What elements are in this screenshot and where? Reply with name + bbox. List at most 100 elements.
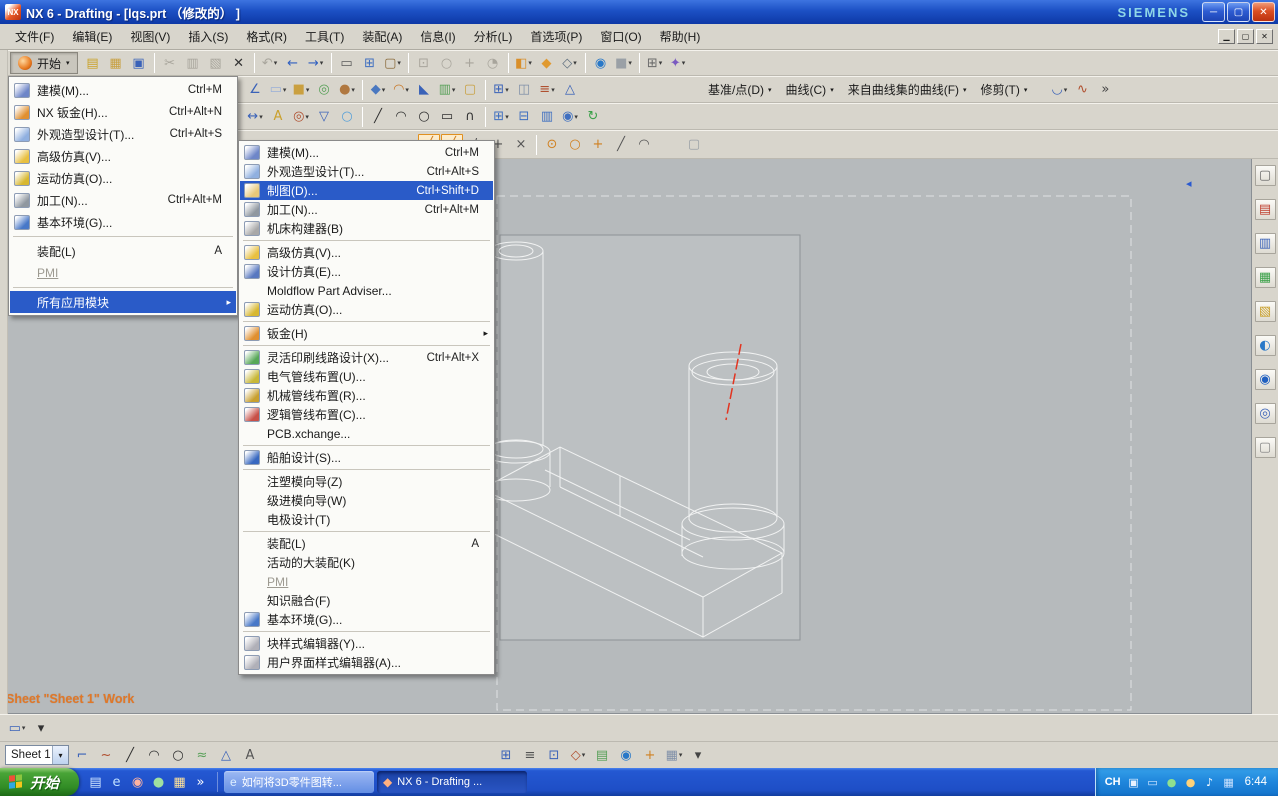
fillet-icon[interactable]: ∩ xyxy=(459,106,481,128)
menu-item-machine-tool-builder[interactable]: 机床构建器(B) xyxy=(240,219,493,238)
polygon-icon[interactable]: △ xyxy=(215,744,237,766)
menu-item-pcb-xchange[interactable]: PCB.xchange... xyxy=(240,424,493,443)
layer-icon[interactable]: ▤ xyxy=(591,744,613,766)
update-icon[interactable]: ● xyxy=(1183,773,1199,791)
trim-group-button[interactable]: 修剪(T) ▾ xyxy=(974,79,1035,101)
antivirus-icon[interactable]: ● xyxy=(1164,773,1180,791)
window-tile-icon[interactable]: ⊞ ▾ xyxy=(644,52,666,74)
back-icon[interactable]: ← xyxy=(282,52,304,74)
boss-icon[interactable]: ● ▾ xyxy=(336,79,358,101)
menu-item-knowledge-fusion[interactable]: 知识融合(F) xyxy=(240,591,493,610)
mdi-restore-button[interactable]: ▢ xyxy=(1237,29,1254,44)
shaded-icon[interactable]: ◆ xyxy=(536,52,558,74)
menu-bar-item[interactable]: 工具(T) xyxy=(296,24,353,49)
assembly-navigator-icon[interactable]: ▤ xyxy=(1254,199,1276,220)
menu-item-motion-simulation[interactable]: 运动仿真(O)... xyxy=(10,167,236,189)
arc-tool-icon[interactable]: ◠ xyxy=(143,744,165,766)
shell-icon[interactable]: ▢ xyxy=(459,79,481,101)
menu-item-nx-sheet-metal[interactable]: NX 钣金(H)... Ctrl+Alt+N xyxy=(10,101,236,123)
menu-item-advanced-simulation[interactable]: 高级仿真(V)... xyxy=(10,145,236,167)
menu-bar-item[interactable]: 帮助(H) xyxy=(651,24,710,49)
menu-item-progressive-die-wizard[interactable]: 级进模向导(W) xyxy=(240,491,493,510)
maximize-view-icon[interactable]: ▢ xyxy=(1254,165,1276,186)
object-display-icon[interactable]: ▦ ▾ xyxy=(663,744,685,766)
menu-item-flexible-pcb-design[interactable]: 灵活印刷线路设计(X)... Ctrl+Alt+X xyxy=(240,348,493,367)
arc-icon[interactable]: ◠ xyxy=(390,106,412,128)
zoom-icon[interactable]: ○ xyxy=(436,52,458,74)
rotate-icon[interactable]: ◔ xyxy=(482,52,504,74)
datum-plane-icon[interactable]: ▭ ▾ xyxy=(267,79,289,101)
quick-launch-overflow-icon[interactable]: » xyxy=(191,772,210,792)
show-desktop-icon[interactable]: ▤ xyxy=(86,772,105,792)
sketch-icon[interactable]: ∠ xyxy=(244,79,266,101)
globe-icon[interactable]: ◉ xyxy=(590,52,612,74)
menu-item-gateway[interactable]: 基本环境(G)... xyxy=(240,610,493,629)
ghost-cube-icon[interactable]: ▢ xyxy=(683,134,705,156)
menu-item-drafting[interactable]: 制图(D)... Ctrl+Shift+D xyxy=(240,181,493,200)
cut-icon[interactable]: ✂ xyxy=(159,52,181,74)
view-window-icon[interactable]: ▢ ▾ xyxy=(382,52,404,74)
menu-item-advanced-simulation[interactable]: 高级仿真(V)... xyxy=(240,243,493,262)
hd3d-tools-icon[interactable]: ◐ xyxy=(1254,335,1276,356)
menu-bar-item[interactable]: 分析(L) xyxy=(465,24,522,49)
menu-item-manufacturing[interactable]: 加工(N)... Ctrl+Alt+M xyxy=(10,189,236,211)
menu-item-gateway[interactable]: 基本环境(G)... xyxy=(10,211,236,233)
section-view-icon[interactable]: ▥ xyxy=(536,106,558,128)
mdi-close-button[interactable]: ✕ xyxy=(1256,29,1273,44)
dimension-icon[interactable]: ↔ ▾ xyxy=(244,106,266,128)
reuse-library-icon[interactable]: ▧ xyxy=(1254,301,1276,322)
menu-item-all-applications[interactable]: 所有应用模块 ▸ xyxy=(10,291,236,313)
update-views-icon[interactable]: ↻ xyxy=(582,106,604,128)
minimize-button[interactable]: ─ xyxy=(1202,2,1225,22)
constraint-navigator-icon[interactable]: ▥ xyxy=(1254,233,1276,254)
chamfer-icon[interactable]: ◣ xyxy=(413,79,435,101)
menu-bar-item[interactable]: 首选项(P) xyxy=(521,24,591,49)
forward-icon[interactable]: → ▾ xyxy=(305,52,327,74)
menu-bar-item[interactable]: 插入(S) xyxy=(179,24,237,49)
instance-icon[interactable]: ⊞ ▾ xyxy=(490,79,512,101)
edge-blend-icon[interactable]: ◠ ▾ xyxy=(390,79,412,101)
curves-from-curves-group-button[interactable]: 来自曲线集的曲线(F) ▾ xyxy=(841,79,974,101)
menu-item-manufacturing[interactable]: 加工(N)... Ctrl+Alt+M xyxy=(240,200,493,219)
snap-grid-icon[interactable]: ⊡ xyxy=(543,744,565,766)
menu-item-shape-studio[interactable]: 外观造型设计(T)... Ctrl+Alt+S xyxy=(240,162,493,181)
language-indicator[interactable]: CH xyxy=(1105,776,1121,788)
sketch-curve-icon[interactable]: ⌐ xyxy=(71,744,93,766)
folder-icon[interactable]: ▦ xyxy=(170,772,189,792)
mdi-minimize-button[interactable]: ▁ xyxy=(1218,29,1235,44)
circle-icon[interactable]: ○ xyxy=(413,106,435,128)
align-icon[interactable]: ≡ xyxy=(519,744,541,766)
surface-icon[interactable]: ◡ ▾ xyxy=(1048,79,1070,101)
line-icon[interactable]: ╱ xyxy=(367,106,389,128)
ie-icon[interactable]: e xyxy=(107,772,126,792)
wcs-icon[interactable]: + xyxy=(639,744,661,766)
menu-item-electrode-design[interactable]: 电极设计(T) xyxy=(240,510,493,529)
media-player-icon[interactable]: ◉ xyxy=(128,772,147,792)
offset-icon[interactable]: ≡ ▾ xyxy=(536,79,558,101)
menu-item-block-styler[interactable]: 块样式编辑器(Y)... xyxy=(240,634,493,653)
menu-bar-item[interactable]: 文件(F) xyxy=(6,24,63,49)
menu-bar-item[interactable]: 格式(R) xyxy=(237,24,296,49)
measure-tool-icon[interactable]: ▭ ▾ xyxy=(6,717,28,739)
menu-item-pmi[interactable]: PMI xyxy=(10,262,236,284)
line-tool-icon[interactable]: ╱ xyxy=(119,744,141,766)
orient-view-icon[interactable]: ◇ ▾ xyxy=(567,744,589,766)
save-icon[interactable]: ▣ xyxy=(128,52,150,74)
studio-spline-icon[interactable]: ≈ xyxy=(191,744,213,766)
point-snap-icon[interactable]: + xyxy=(587,134,609,156)
text-tool-icon[interactable]: A xyxy=(239,744,261,766)
menu-item-logical-routing[interactable]: 逻辑管线布置(C)... xyxy=(240,405,493,424)
intersection-snap-icon[interactable]: × xyxy=(510,134,532,156)
bottom-overflow-icon[interactable]: ▾ xyxy=(687,744,709,766)
palettes-icon[interactable]: ▢ xyxy=(1254,437,1276,458)
menu-bar-item[interactable]: 装配(A) xyxy=(353,24,411,49)
new-sheet-icon[interactable]: ⊞ xyxy=(359,52,381,74)
undo-icon[interactable]: ↶ ▾ xyxy=(259,52,281,74)
menu-item-motion-simulation[interactable]: 运动仿真(O)... xyxy=(240,300,493,319)
arc-center-snap-icon[interactable]: ⊙ xyxy=(541,134,563,156)
sweep-icon[interactable]: ∿ xyxy=(1071,79,1093,101)
paste-icon[interactable]: ▧ xyxy=(205,52,227,74)
point-on-curve-snap-icon[interactable]: ╱ xyxy=(610,134,632,156)
history-icon[interactable]: ◎ xyxy=(1254,403,1276,424)
combo-dropdown-icon[interactable]: ▾ xyxy=(52,746,68,764)
